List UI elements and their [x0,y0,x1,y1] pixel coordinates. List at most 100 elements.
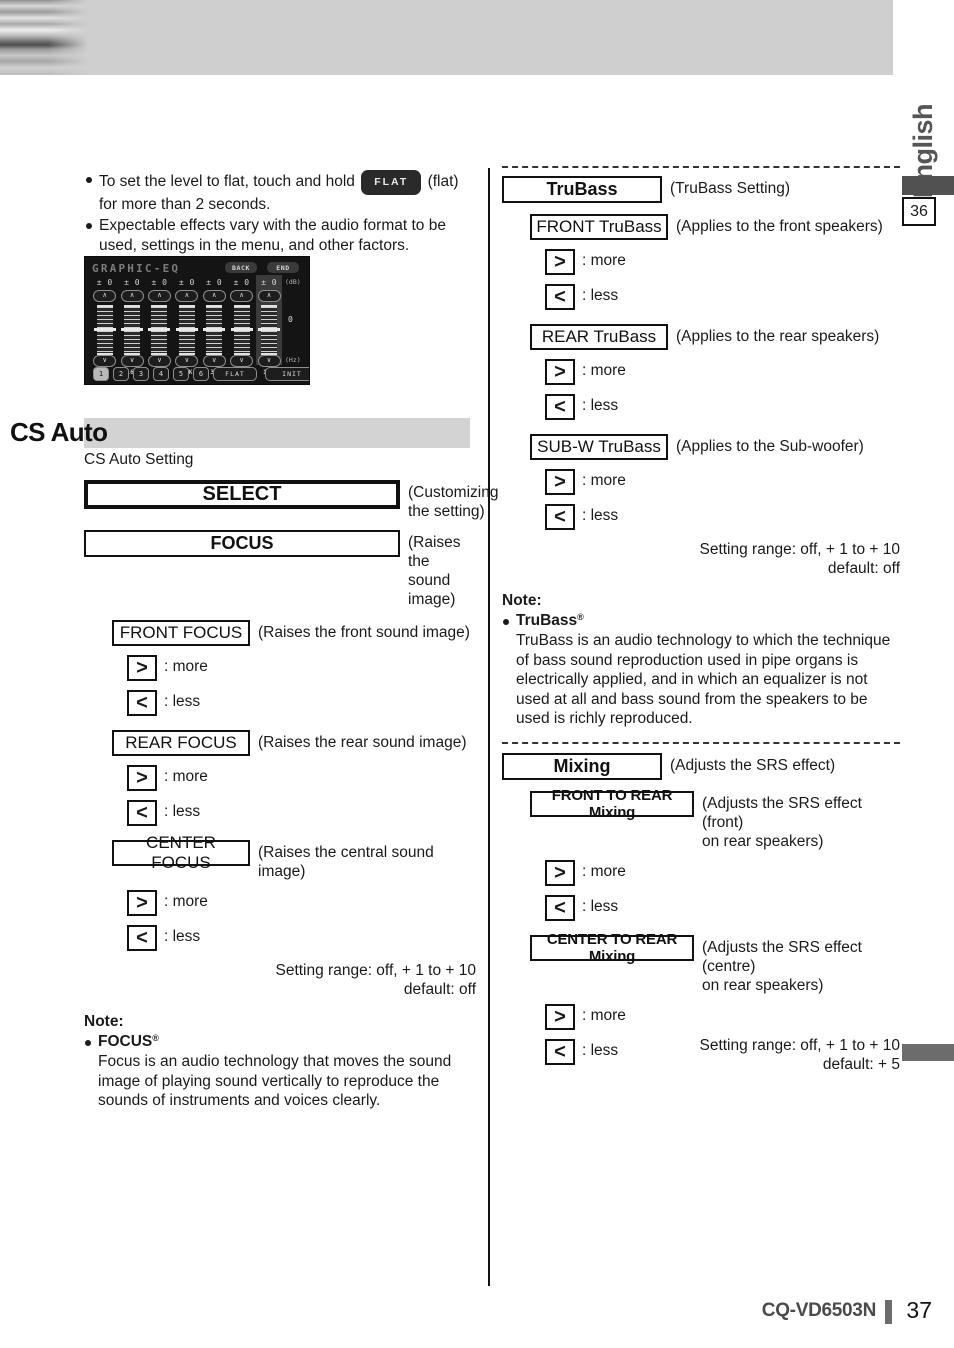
setting-row-center-to-rear-mixing: CENTER TO REAR Mixing (Adjusts the SRS e… [530,931,900,995]
setting-row-trubass: TruBass (TruBass Setting) [502,176,900,203]
center-focus-button[interactable]: CENTER FOCUS [112,833,250,872]
eq-up-arrow-icon[interactable]: ∧ [202,290,226,302]
eq-slider[interactable] [203,305,226,355]
setting-row-rear-trubass: REAR TruBass (Applies to the rear speake… [530,324,900,350]
eq-preset-2[interactable]: 2 [113,367,129,381]
chevron-left-icon[interactable]: < [127,800,157,826]
eq-up-arrow-icon[interactable]: ∧ [230,290,254,302]
center-to-rear-mixing-button[interactable]: CENTER TO REAR Mixing [530,931,694,965]
front-trubass-more-row: > : more [545,249,900,275]
mixing-button[interactable]: Mixing [502,752,662,780]
chevron-left-icon[interactable]: < [545,394,575,420]
registered-mark-icon: ® [152,1033,159,1043]
rear-trubass-caption: (Applies to the rear speakers) [676,328,880,345]
eq-init-button[interactable]: INIT [265,367,309,381]
eq-band[interactable]: ∧ ∨ 60 [91,290,118,376]
subw-trubass-button[interactable]: SUB-W TruBass [530,434,668,460]
eq-band[interactable]: ∧ ∨ 16K [255,290,282,376]
eq-up-arrow-icon[interactable]: ∧ [175,290,199,302]
select-caption: (Customizing the setting) [408,484,499,520]
eq-back-button[interactable]: BACK [225,262,257,273]
header-decorative-band [0,0,893,75]
front-to-rear-mixing-button[interactable]: FRONT TO REAR Mixing [530,787,694,821]
chevron-left-icon[interactable]: < [127,925,157,951]
front-to-rear-mixing-more-row: > : more [545,859,900,886]
left-note-term: FOCUS [98,1033,153,1050]
eq-band[interactable]: ∧ ∨ 400 [146,290,173,376]
eq-slider[interactable] [93,305,116,355]
chevron-right-icon[interactable]: > [127,765,157,791]
focus-button[interactable]: FOCUS [84,530,400,557]
chevron-right-icon[interactable]: > [127,890,157,916]
chevron-right-icon[interactable]: > [545,249,575,275]
eq-preset-1[interactable]: 1 [93,367,109,381]
eq-slider[interactable] [175,305,198,355]
eq-slider[interactable] [121,305,144,355]
eq-flat-button[interactable]: FLAT [213,367,257,381]
eq-down-arrow-icon[interactable]: ∨ [147,355,171,367]
front-to-rear-mixing-less-row: < : less [545,894,900,921]
select-button[interactable]: SELECT [84,480,400,509]
eq-band[interactable]: ∧ ∨ 160 [118,290,145,376]
page-title: CS Auto [10,417,108,447]
eq-band[interactable]: ∧ ∨ 3K [201,290,228,376]
eq-value: ± 0 [233,278,250,287]
eq-end-button[interactable]: END [267,262,299,273]
front-trubass-less-row: < : less [545,284,900,310]
eq-down-arrow-icon[interactable]: ∨ [257,355,281,367]
setting-row-subw-trubass: SUB-W TruBass (Applies to the Sub-woofer… [530,434,900,460]
eq-preset-4[interactable]: 4 [153,367,169,381]
eq-down-arrow-icon[interactable]: ∨ [230,355,254,367]
eq-slider[interactable] [258,305,281,355]
chevron-left-icon[interactable]: < [127,690,157,716]
range-line-1: Setting range: off, + 1 to + 10 [699,541,900,558]
eq-up-arrow-icon[interactable]: ∧ [257,290,281,302]
chevron-left-icon[interactable]: < [545,894,575,921]
section-subtitle: CS Auto Setting [84,451,194,468]
more-label: : more [582,362,626,379]
chevron-right-icon[interactable]: > [545,859,575,886]
chevron-left-icon[interactable]: < [545,1038,575,1065]
chevron-right-icon[interactable]: > [545,469,575,495]
eq-up-arrow-icon[interactable]: ∧ [147,290,171,302]
eq-value: ± 0 [178,278,195,287]
less-label: : less [164,928,201,945]
chevron-right-icon[interactable]: > [545,359,575,385]
chevron-right-icon[interactable]: > [127,655,157,681]
front-trubass-button[interactable]: FRONT TruBass [530,214,668,240]
front-focus-button[interactable]: FRONT FOCUS [112,620,250,646]
eq-down-arrow-icon[interactable]: ∨ [93,355,117,367]
rear-focus-button[interactable]: REAR FOCUS [112,730,250,756]
trubass-button[interactable]: TruBass [502,176,662,203]
eq-down-arrow-icon[interactable]: ∨ [202,355,226,367]
eq-band[interactable]: ∧ ∨ 6K [228,290,255,376]
trubass-caption: (TruBass Setting) [670,180,791,197]
eq-title: GRAPHIC-EQ [92,262,181,275]
column-divider [488,168,490,1286]
range-line-2: default: off [403,981,476,998]
side-section-marker [902,1044,954,1061]
header-photo-texture [0,0,88,75]
chevron-left-icon[interactable]: < [545,284,575,310]
center-focus-less-row: < : less [127,925,476,951]
footer-model-name: CQ-VD6503N [761,1300,877,1321]
setting-row-front-to-rear-mixing: FRONT TO REAR Mixing (Adjusts the SRS ef… [530,787,900,851]
eq-slider[interactable] [230,305,253,355]
rear-trubass-button[interactable]: REAR TruBass [530,324,668,350]
chevron-right-icon[interactable]: > [545,1003,575,1030]
trubass-note-term-row: TruBass® [502,612,900,630]
eq-value: ± 0 [124,278,141,287]
eq-up-arrow-icon[interactable]: ∧ [120,290,144,302]
chevron-left-icon[interactable]: < [545,504,575,530]
eq-preset-6[interactable]: 6 [193,367,209,381]
eq-preset-5[interactable]: 5 [173,367,189,381]
eq-band[interactable]: ∧ ∨ 1 K [173,290,200,376]
footer-page-number: 37 [906,1297,932,1323]
eq-down-arrow-icon[interactable]: ∨ [175,355,199,367]
eq-down-arrow-icon[interactable]: ∨ [120,355,144,367]
mixing-caption: (Adjusts the SRS effect) [670,756,836,774]
eq-up-arrow-icon[interactable]: ∧ [93,290,117,302]
eq-slider[interactable] [148,305,171,355]
eq-preset-3[interactable]: 3 [133,367,149,381]
eq-band-row: ∧ ∨ 60 ∧ ∨ 160 ∧ ∨ 400 ∧ ∨ 1 K ∧ ∨ 3K [91,290,283,376]
